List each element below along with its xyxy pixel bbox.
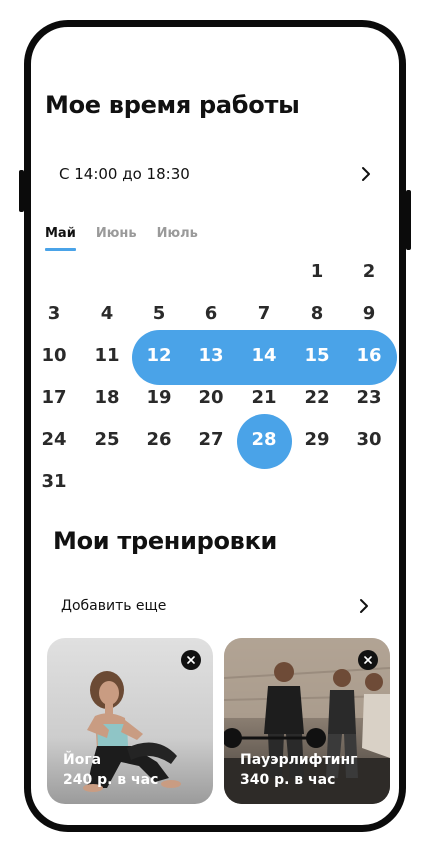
calendar-day[interactable]: 5 [139,298,179,328]
calendar-day[interactable]: 3 [34,298,74,328]
chevron-right-icon[interactable] [355,163,377,185]
work-hours-row[interactable]: С 14:00 до 18:30 [59,162,377,186]
calendar-day[interactable]: 16 [349,340,389,370]
close-icon[interactable] [181,650,201,670]
chevron-right-icon[interactable] [353,595,375,617]
trainings-title: Мои тренировки [53,527,278,555]
calendar-day[interactable]: 17 [34,382,74,412]
phone-frame: Мое время работы С 14:00 до 18:30 Май Ию… [24,20,406,832]
calendar-day[interactable]: 7 [244,298,284,328]
calendar-day[interactable]: 30 [349,424,389,454]
calendar-day[interactable]: 15 [297,340,337,370]
training-caption: Йога 240 р. в час [63,750,158,790]
calendar-day[interactable]: 25 [87,424,127,454]
calendar-day[interactable]: 26 [139,424,179,454]
training-card-powerlifting[interactable]: Пауэрлифтинг 340 р. в час [224,638,390,804]
add-training-label: Добавить еще [61,598,167,614]
calendar-day[interactable]: 14 [244,340,284,370]
calendar-day[interactable]: 2 [349,256,389,286]
calendar-day[interactable]: 9 [349,298,389,328]
calendar-day[interactable]: 13 [191,340,231,370]
month-tabs: Май Июнь Июль [45,226,198,251]
calendar-day[interactable]: 11 [87,340,127,370]
tab-june[interactable]: Июнь [96,226,137,251]
calendar-day[interactable]: 19 [139,382,179,412]
calendar-day[interactable]: 1 [297,256,337,286]
page-title: Мое время работы [45,91,300,119]
calendar-day[interactable]: 24 [34,424,74,454]
calendar-day[interactable]: 18 [87,382,127,412]
training-card-yoga[interactable]: Йога 240 р. в час [47,638,213,804]
add-training-row[interactable]: Добавить еще [61,594,375,618]
training-price: 340 р. в час [240,772,336,788]
calendar-day[interactable]: 10 [34,340,74,370]
tab-may[interactable]: Май [45,226,76,251]
calendar-day[interactable]: 21 [244,382,284,412]
calendar-day[interactable]: 23 [349,382,389,412]
training-name: Йога [63,752,102,768]
close-icon[interactable] [358,650,378,670]
training-name: Пауэрлифтинг [240,752,358,768]
phone-side-button [406,190,411,250]
calendar-day[interactable]: 22 [297,382,337,412]
calendar-day[interactable]: 6 [191,298,231,328]
work-hours-label: С 14:00 до 18:30 [59,165,190,183]
calendar-day[interactable]: 20 [191,382,231,412]
calendar-day[interactable]: 4 [87,298,127,328]
calendar-day[interactable]: 12 [139,340,179,370]
calendar-day[interactable]: 8 [297,298,337,328]
tab-july[interactable]: Июль [157,226,198,251]
training-caption: Пауэрлифтинг 340 р. в час [240,750,357,790]
training-price: 240 р. в час [63,772,159,788]
calendar-day[interactable]: 31 [34,466,74,496]
calendar-day[interactable]: 28 [244,424,284,454]
calendar-day[interactable]: 29 [297,424,337,454]
calendar-day[interactable]: 27 [191,424,231,454]
